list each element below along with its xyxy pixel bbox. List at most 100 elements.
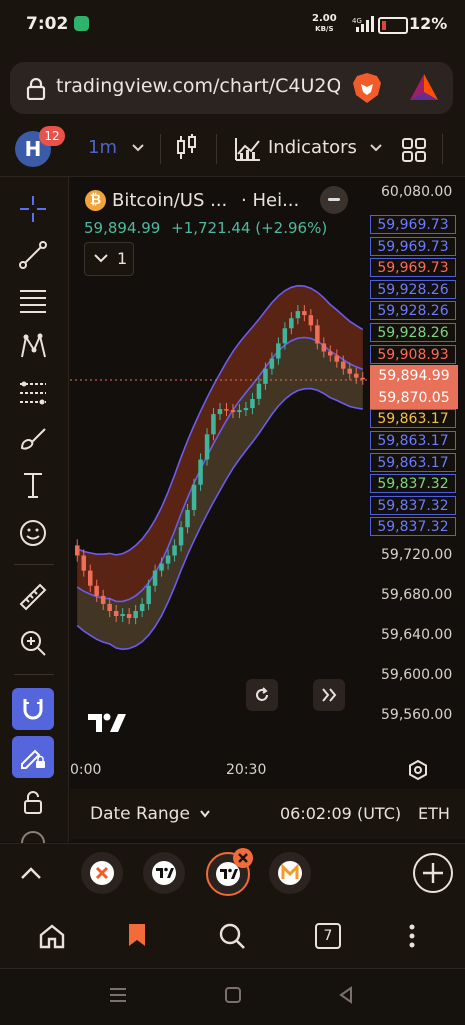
candle-body — [224, 409, 229, 411]
battery-percent: 12% — [409, 14, 448, 33]
symbol-legend[interactable]: Bitcoin/US ... · Hei... — [112, 190, 299, 211]
security-app-icon — [74, 16, 89, 31]
status-time: 7:02 — [26, 14, 69, 34]
more-options-icon[interactable] — [406, 922, 418, 950]
candles-chart-type-icon[interactable] — [175, 133, 199, 163]
scroll-to-realtime-button[interactable] — [313, 679, 345, 711]
candle-body — [217, 409, 223, 415]
candle-body — [81, 555, 86, 571]
chevron-down-icon — [200, 810, 211, 818]
candle-body — [237, 410, 242, 413]
tab-favicon-tradingview[interactable] — [143, 852, 185, 894]
home-button-icon[interactable] — [224, 986, 242, 1004]
interval-selector[interactable]: 1m — [88, 137, 117, 158]
bookmark-icon[interactable] — [126, 922, 148, 948]
candle-body — [88, 570, 93, 586]
lock-drawing-mode-tool[interactable] — [12, 736, 54, 778]
network-speed: 2.00 KB/S — [312, 14, 337, 34]
tradingview-logo — [88, 713, 126, 732]
candle-body — [75, 545, 80, 556]
candle-body — [328, 351, 333, 356]
chevron-down-icon[interactable] — [131, 143, 145, 153]
price-tick: 59,640.00 — [381, 627, 453, 643]
back-icon[interactable] — [337, 986, 355, 1004]
url-text[interactable]: tradingview.com/chart/C4U2QI — [56, 75, 340, 97]
reset-chart-button[interactable] — [246, 679, 278, 711]
fib-tool[interactable] — [12, 280, 54, 322]
candle-body — [94, 585, 99, 596]
status-bar: 7:02 2.00 KB/S 4G 12% — [0, 0, 465, 52]
price-tag: 59,894.99 — [370, 365, 458, 387]
candle-body — [185, 510, 190, 528]
chevron-down-icon[interactable] — [369, 143, 383, 153]
magnet-icon — [23, 699, 43, 720]
lock-icon[interactable] — [26, 78, 46, 100]
candle-body — [100, 595, 106, 604]
candle-body — [191, 484, 197, 510]
price-tag: 59,837.32 — [370, 517, 456, 536]
unlock-icon — [24, 791, 42, 814]
tab-favicon-x[interactable] — [81, 852, 123, 894]
brave-shields-icon[interactable] — [350, 71, 384, 105]
pattern-icon — [21, 332, 46, 358]
candle-body — [263, 368, 268, 384]
currency-label[interactable]: ETH — [418, 804, 450, 823]
smiley-icon — [20, 520, 46, 546]
forecast-tool[interactable] — [12, 372, 54, 414]
trend-line-tool[interactable] — [12, 234, 54, 276]
indicators-button[interactable]: Indicators — [268, 137, 357, 158]
tab-favicon-m[interactable] — [269, 852, 311, 894]
price-tag: 59,928.26 — [370, 301, 456, 320]
text-tool[interactable] — [12, 464, 54, 506]
candle-body — [198, 459, 203, 485]
brush-tool[interactable] — [12, 418, 54, 460]
recent-apps-icon[interactable] — [108, 987, 128, 1003]
crosshair-tool[interactable] — [12, 188, 54, 230]
collapse-legend-button[interactable] — [320, 186, 348, 214]
magnet-tool[interactable] — [12, 688, 54, 730]
pattern-tool[interactable] — [12, 326, 54, 368]
symbol-name[interactable]: Bitcoin/US ... — [112, 190, 227, 211]
indicator-count: 1 — [117, 249, 128, 268]
fib-retracement-icon — [20, 290, 46, 313]
measure-tool[interactable] — [12, 576, 54, 618]
settings-icon[interactable] — [407, 759, 429, 781]
tabs-count-button[interactable]: 7 — [315, 923, 341, 949]
date-range-button[interactable]: Date Range — [90, 804, 211, 824]
candle-body — [113, 611, 119, 616]
indicators-toggle[interactable]: 1 — [84, 242, 134, 276]
chevron-up-icon[interactable] — [20, 865, 42, 881]
candle-body — [347, 368, 352, 374]
price-change: +1,721.44 (+2.96%) — [171, 219, 328, 237]
pencil-lock-icon — [21, 749, 45, 769]
price-tag: 59,863.17 — [370, 409, 456, 428]
indicators-icon[interactable] — [234, 136, 262, 162]
lock-all-tool[interactable] — [12, 782, 54, 824]
ruler-icon — [19, 583, 47, 611]
toolbar-divider — [160, 134, 161, 164]
icon-tool[interactable] — [12, 512, 54, 554]
new-tab-button[interactable] — [413, 853, 453, 893]
eye-icon — [21, 831, 45, 844]
close-tab-button[interactable] — [233, 848, 253, 868]
network-type: 4G — [352, 17, 362, 25]
trend-line-icon — [19, 241, 47, 269]
toolbar-divider — [14, 564, 54, 565]
hide-tool[interactable] — [18, 828, 50, 844]
layout-grid-icon[interactable] — [402, 138, 426, 162]
time-axis[interactable] — [70, 756, 465, 788]
address-bar[interactable]: tradingview.com/chart/C4U2QI — [10, 62, 453, 114]
zoom-tool[interactable] — [12, 622, 54, 664]
date-range-label[interactable]: Date Range — [90, 804, 190, 824]
home-icon[interactable] — [38, 923, 66, 949]
utc-clock[interactable]: 06:02:09 (UTC) — [280, 804, 401, 823]
toolbar-divider — [442, 134, 443, 164]
price-tag: 59,928.26 — [370, 323, 456, 342]
price-tick: 59,680.00 — [381, 587, 453, 603]
candle-body — [334, 355, 339, 362]
chart-style: · Hei... — [241, 190, 300, 211]
search-icon[interactable] — [218, 922, 246, 950]
bitcoin-logo-icon: ₿ — [85, 190, 106, 211]
brave-rewards-icon[interactable] — [408, 72, 440, 102]
network-speed-unit: KB/S — [315, 25, 334, 33]
